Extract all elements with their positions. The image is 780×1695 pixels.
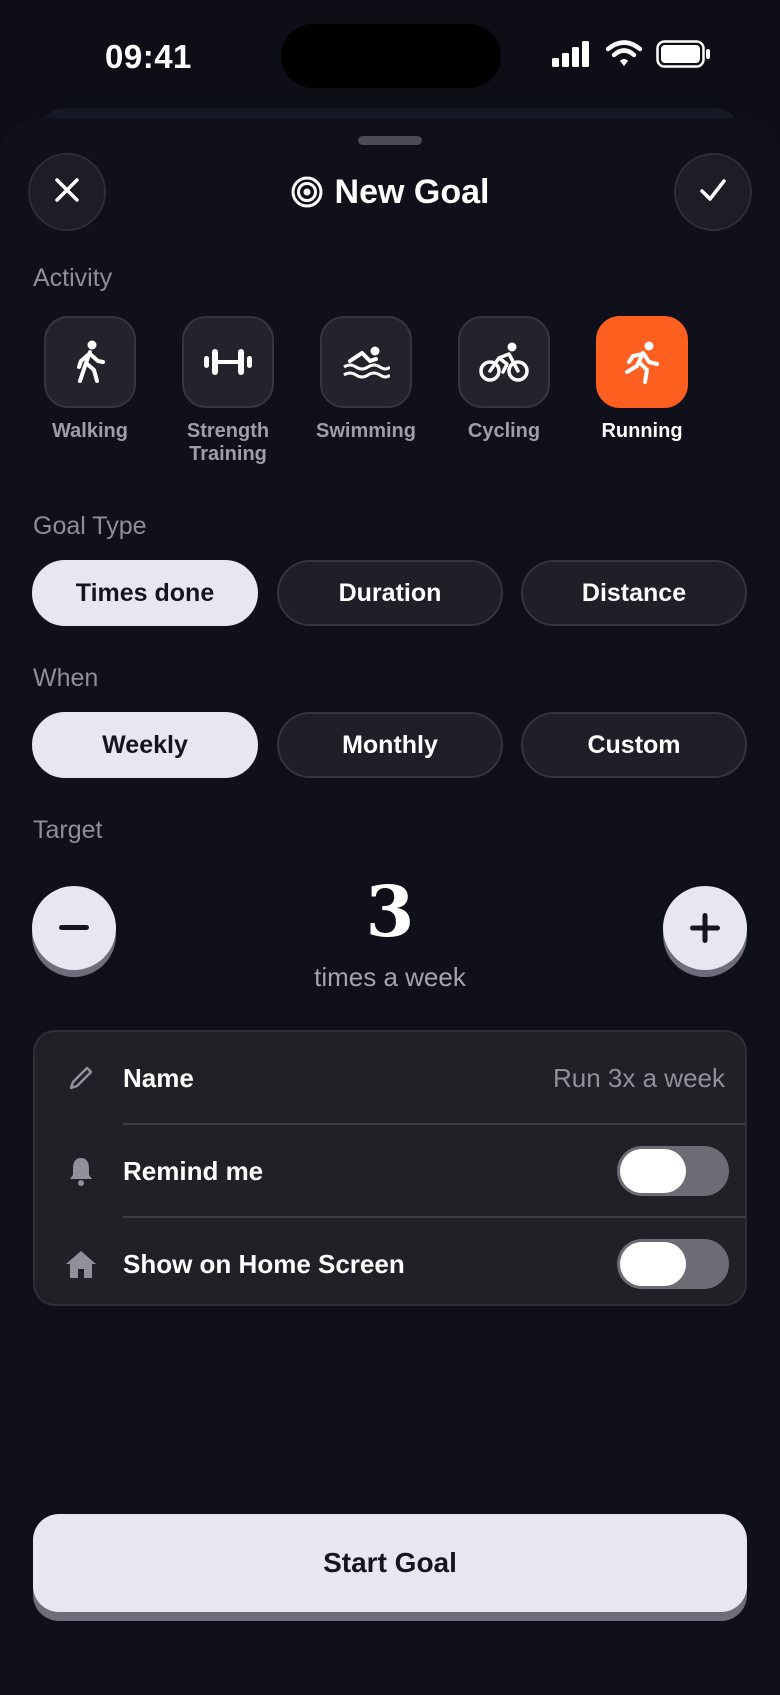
activity-section-label: Activity [33, 264, 113, 292]
plus-icon [690, 913, 720, 943]
dumbbell-icon [204, 349, 252, 375]
when-monthly[interactable]: Monthly [277, 712, 503, 778]
confirm-button[interactable] [674, 153, 752, 231]
swimming-icon [343, 346, 390, 379]
activity-tile[interactable] [44, 316, 136, 408]
increment-button[interactable] [663, 886, 747, 970]
activity-label: Cycling [467, 420, 541, 442]
activity-label: Running [601, 420, 683, 442]
target-unit: times a week [314, 962, 466, 992]
remind-me-row: Remind me [35, 1125, 749, 1217]
pencil-icon [63, 1060, 99, 1096]
toggle-knob [620, 1149, 686, 1193]
when-custom[interactable]: Custom [521, 712, 747, 778]
bell-icon [63, 1153, 99, 1189]
target-icon [291, 176, 323, 208]
activity-walking[interactable]: Walking [30, 316, 150, 443]
home-screen-toggle[interactable] [617, 1239, 729, 1289]
target-section-label: Target [33, 816, 103, 844]
activity-tile[interactable] [596, 316, 688, 408]
name-value[interactable]: Run 3x a week [553, 1063, 725, 1094]
remind-me-label: Remind me [123, 1155, 264, 1186]
battery-icon [656, 40, 712, 73]
activity-strength-training[interactable]: Strength Training [168, 316, 288, 466]
goal-settings-card: Name Run 3x a week Remind me Show on Hom… [33, 1030, 747, 1306]
activity-running[interactable]: Running [582, 316, 702, 443]
goal-type-times-done[interactable]: Times done [32, 560, 258, 626]
wifi-icon [605, 40, 643, 73]
cycling-icon [479, 342, 529, 382]
walking-icon [77, 340, 105, 383]
activity-tile[interactable] [182, 316, 274, 408]
activity-label: Swimming [315, 420, 416, 442]
activity-cycling[interactable]: Cycling [444, 316, 564, 443]
activity-label: Strength Training [186, 420, 270, 465]
sheet-title: New Goal [0, 168, 780, 216]
activity-tile[interactable] [320, 316, 412, 408]
activity-tile[interactable] [458, 316, 550, 408]
page-title: New Goal [334, 172, 490, 211]
dynamic-island [281, 24, 501, 88]
status-time: 09:41 [105, 38, 192, 75]
goal-type-distance[interactable]: Distance [521, 560, 747, 626]
home-screen-label: Show on Home Screen [123, 1248, 405, 1279]
house-icon [63, 1246, 99, 1282]
when-section-label: When [33, 664, 99, 692]
target-value: 3 [365, 870, 415, 953]
remind-me-toggle[interactable] [617, 1146, 729, 1196]
running-icon [625, 341, 659, 384]
goal-type-duration[interactable]: Duration [277, 560, 503, 626]
sheet-grabber[interactable] [358, 136, 422, 145]
when-weekly[interactable]: Weekly [32, 712, 258, 778]
goal-type-section-label: Goal Type [33, 512, 147, 540]
cellular-signal-icon [552, 41, 592, 72]
screen: 09:41 New Goal Activity Walking Strength… [0, 0, 780, 1695]
toggle-knob [620, 1242, 686, 1286]
activity-swimming[interactable]: Swimming [306, 316, 426, 443]
home-screen-row: Show on Home Screen [35, 1218, 749, 1310]
activity-label: Walking [52, 420, 128, 442]
name-row[interactable]: Name Run 3x a week [35, 1032, 749, 1124]
status-icons [552, 40, 712, 73]
name-label: Name [123, 1062, 194, 1093]
checkmark-icon [698, 175, 728, 210]
start-goal-button[interactable]: Start Goal [33, 1514, 747, 1612]
